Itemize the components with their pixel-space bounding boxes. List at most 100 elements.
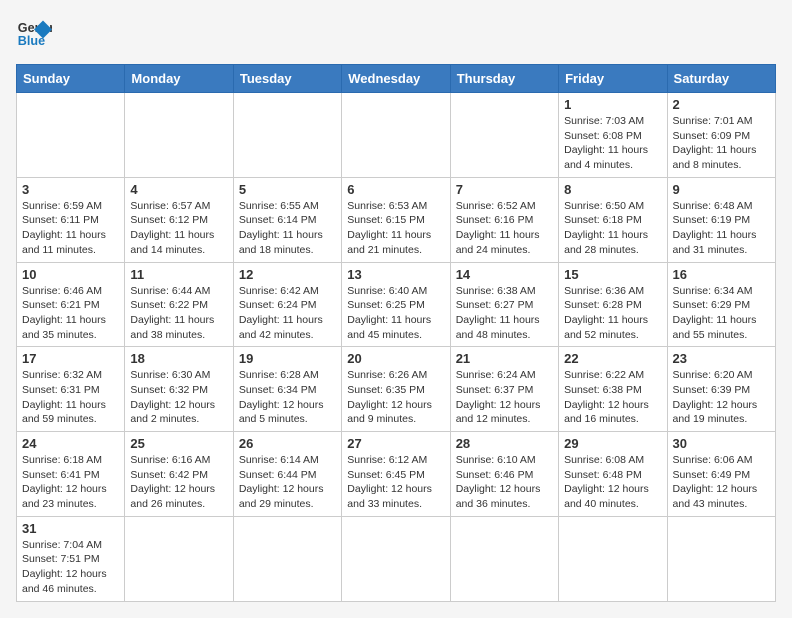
day-number: 16	[673, 267, 770, 282]
day-number: 20	[347, 351, 444, 366]
calendar-cell: 30Sunrise: 6:06 AM Sunset: 6:49 PM Dayli…	[667, 432, 775, 517]
calendar-cell: 5 Sunrise: 6:55 AM Sunset: 6:14 PM Daylig…	[233, 177, 341, 262]
calendar-cell: 16 Sunrise: 6:34 AM Sunset: 6:29 PM Dayli…	[667, 262, 775, 347]
day-info: Sunrise: 7:04 AM Sunset: 7:51 PM Dayligh…	[22, 538, 119, 597]
day-info: Sunrise: 6:42 AM Sunset: 6:24 PM Dayligh…	[239, 284, 336, 343]
day-number: 14	[456, 267, 553, 282]
day-number: 1	[564, 97, 661, 112]
calendar-cell: 2 Sunrise: 7:01 AM Sunset: 6:09 PM Daylig…	[667, 93, 775, 178]
day-info: Sunrise: 6:50 AM Sunset: 6:18 PM Dayligh…	[564, 199, 661, 258]
day-number: 19	[239, 351, 336, 366]
day-info: Sunrise: 6:14 AM Sunset: 6:44 PM Dayligh…	[239, 453, 336, 512]
calendar-cell: 12 Sunrise: 6:42 AM Sunset: 6:24 PM Dayli…	[233, 262, 341, 347]
calendar-cell	[559, 516, 667, 601]
day-info: Sunrise: 6:20 AM Sunset: 6:39 PM Dayligh…	[673, 368, 770, 427]
calendar-week-row: 31 Sunrise: 7:04 AM Sunset: 7:51 PM Dayli…	[17, 516, 776, 601]
calendar-cell: 21 Sunrise: 6:24 AM Sunset: 6:37 PM Dayli…	[450, 347, 558, 432]
day-info: Sunrise: 6:59 AM Sunset: 6:11 PM Dayligh…	[22, 199, 119, 258]
day-number: 13	[347, 267, 444, 282]
calendar-cell: 6Sunrise: 6:53 AM Sunset: 6:15 PM Daylig…	[342, 177, 450, 262]
day-number: 30	[673, 436, 770, 451]
calendar-cell: 24Sunrise: 6:18 AM Sunset: 6:41 PM Dayli…	[17, 432, 125, 517]
day-number: 31	[22, 521, 119, 536]
calendar-cell: 15 Sunrise: 6:36 AM Sunset: 6:28 PM Dayli…	[559, 262, 667, 347]
weekday-header-friday: Friday	[559, 65, 667, 93]
calendar-cell: 10 Sunrise: 6:46 AM Sunset: 6:21 PM Dayli…	[17, 262, 125, 347]
calendar-week-row: 1Sunrise: 7:03 AM Sunset: 6:08 PM Daylig…	[17, 93, 776, 178]
day-number: 7	[456, 182, 553, 197]
calendar-cell: 26 Sunrise: 6:14 AM Sunset: 6:44 PM Dayli…	[233, 432, 341, 517]
day-info: Sunrise: 6:46 AM Sunset: 6:21 PM Dayligh…	[22, 284, 119, 343]
day-number: 21	[456, 351, 553, 366]
day-number: 17	[22, 351, 119, 366]
day-number: 8	[564, 182, 661, 197]
day-number: 18	[130, 351, 227, 366]
calendar-cell	[342, 516, 450, 601]
day-number: 3	[22, 182, 119, 197]
day-info: Sunrise: 7:01 AM Sunset: 6:09 PM Dayligh…	[673, 114, 770, 173]
calendar-cell	[450, 93, 558, 178]
day-info: Sunrise: 6:52 AM Sunset: 6:16 PM Dayligh…	[456, 199, 553, 258]
day-info: Sunrise: 6:44 AM Sunset: 6:22 PM Dayligh…	[130, 284, 227, 343]
day-number: 26	[239, 436, 336, 451]
day-number: 22	[564, 351, 661, 366]
logo: General Blue	[16, 16, 60, 52]
day-info: Sunrise: 6:16 AM Sunset: 6:42 PM Dayligh…	[130, 453, 227, 512]
calendar-cell: 11 Sunrise: 6:44 AM Sunset: 6:22 PM Dayli…	[125, 262, 233, 347]
calendar-cell: 18Sunrise: 6:30 AM Sunset: 6:32 PM Dayli…	[125, 347, 233, 432]
calendar-week-row: 3 Sunrise: 6:59 AM Sunset: 6:11 PM Daylig…	[17, 177, 776, 262]
calendar-cell: 20 Sunrise: 6:26 AM Sunset: 6:35 PM Dayli…	[342, 347, 450, 432]
calendar-cell	[125, 93, 233, 178]
day-number: 12	[239, 267, 336, 282]
day-number: 5	[239, 182, 336, 197]
day-info: Sunrise: 6:57 AM Sunset: 6:12 PM Dayligh…	[130, 199, 227, 258]
day-number: 9	[673, 182, 770, 197]
calendar-cell: 7 Sunrise: 6:52 AM Sunset: 6:16 PM Daylig…	[450, 177, 558, 262]
day-info: Sunrise: 6:28 AM Sunset: 6:34 PM Dayligh…	[239, 368, 336, 427]
calendar-cell: 9 Sunrise: 6:48 AM Sunset: 6:19 PM Daylig…	[667, 177, 775, 262]
calendar-cell: 4 Sunrise: 6:57 AM Sunset: 6:12 PM Daylig…	[125, 177, 233, 262]
day-number: 4	[130, 182, 227, 197]
weekday-header-tuesday: Tuesday	[233, 65, 341, 93]
calendar-cell	[667, 516, 775, 601]
day-number: 2	[673, 97, 770, 112]
day-number: 23	[673, 351, 770, 366]
weekday-header-thursday: Thursday	[450, 65, 558, 93]
day-number: 28	[456, 436, 553, 451]
day-number: 24	[22, 436, 119, 451]
day-info: Sunrise: 6:38 AM Sunset: 6:27 PM Dayligh…	[456, 284, 553, 343]
day-number: 15	[564, 267, 661, 282]
day-number: 27	[347, 436, 444, 451]
calendar-cell: 22Sunrise: 6:22 AM Sunset: 6:38 PM Dayli…	[559, 347, 667, 432]
calendar-cell: 17Sunrise: 6:32 AM Sunset: 6:31 PM Dayli…	[17, 347, 125, 432]
day-info: Sunrise: 6:55 AM Sunset: 6:14 PM Dayligh…	[239, 199, 336, 258]
day-info: Sunrise: 6:53 AM Sunset: 6:15 PM Dayligh…	[347, 199, 444, 258]
day-info: Sunrise: 6:48 AM Sunset: 6:19 PM Dayligh…	[673, 199, 770, 258]
day-info: Sunrise: 6:36 AM Sunset: 6:28 PM Dayligh…	[564, 284, 661, 343]
calendar-cell: 27Sunrise: 6:12 AM Sunset: 6:45 PM Dayli…	[342, 432, 450, 517]
calendar-cell	[233, 93, 341, 178]
calendar-cell: 8 Sunrise: 6:50 AM Sunset: 6:18 PM Daylig…	[559, 177, 667, 262]
day-info: Sunrise: 6:40 AM Sunset: 6:25 PM Dayligh…	[347, 284, 444, 343]
day-info: Sunrise: 6:34 AM Sunset: 6:29 PM Dayligh…	[673, 284, 770, 343]
day-info: Sunrise: 6:24 AM Sunset: 6:37 PM Dayligh…	[456, 368, 553, 427]
calendar-cell: 14 Sunrise: 6:38 AM Sunset: 6:27 PM Dayli…	[450, 262, 558, 347]
calendar-cell: 19 Sunrise: 6:28 AM Sunset: 6:34 PM Dayli…	[233, 347, 341, 432]
calendar-cell: 13 Sunrise: 6:40 AM Sunset: 6:25 PM Dayli…	[342, 262, 450, 347]
weekday-header-saturday: Saturday	[667, 65, 775, 93]
calendar-cell: 25 Sunrise: 6:16 AM Sunset: 6:42 PM Dayli…	[125, 432, 233, 517]
day-info: Sunrise: 6:26 AM Sunset: 6:35 PM Dayligh…	[347, 368, 444, 427]
day-number: 25	[130, 436, 227, 451]
weekday-header-sunday: Sunday	[17, 65, 125, 93]
calendar-cell: 23 Sunrise: 6:20 AM Sunset: 6:39 PM Dayli…	[667, 347, 775, 432]
weekday-header-monday: Monday	[125, 65, 233, 93]
calendar-cell: 31 Sunrise: 7:04 AM Sunset: 7:51 PM Dayli…	[17, 516, 125, 601]
day-number: 10	[22, 267, 119, 282]
calendar-cell	[342, 93, 450, 178]
calendar-week-row: 17Sunrise: 6:32 AM Sunset: 6:31 PM Dayli…	[17, 347, 776, 432]
day-info: Sunrise: 6:08 AM Sunset: 6:48 PM Dayligh…	[564, 453, 661, 512]
calendar-week-row: 10 Sunrise: 6:46 AM Sunset: 6:21 PM Dayli…	[17, 262, 776, 347]
day-number: 11	[130, 267, 227, 282]
header: General Blue	[16, 16, 776, 52]
calendar-week-row: 24Sunrise: 6:18 AM Sunset: 6:41 PM Dayli…	[17, 432, 776, 517]
